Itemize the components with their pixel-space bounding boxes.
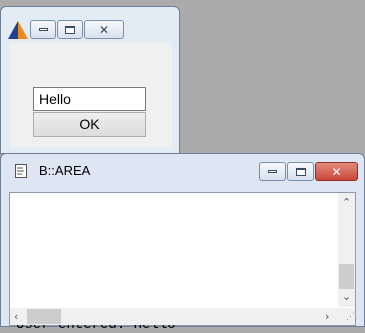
text-input[interactable]: Hello (33, 87, 146, 111)
vertical-scrollbar[interactable]: ⌃ ⌄ (338, 193, 355, 307)
horizontal-scrollbar[interactable]: ‹ › (10, 308, 338, 325)
minimize-icon (38, 28, 48, 31)
close-icon: ✕ (98, 22, 110, 37)
console-output-area[interactable]: User entered: Hello ⌃ ⌄ ‹ › ⋰ (9, 192, 356, 333)
vertical-scroll-thumb[interactable] (339, 264, 354, 289)
document-icon (15, 164, 27, 178)
window-title: B::AREA (39, 163, 91, 178)
maximize-icon (65, 25, 75, 34)
maximize-button[interactable] (57, 20, 83, 39)
close-button[interactable]: ✕ (84, 20, 124, 39)
scroll-down-icon[interactable]: ⌄ (342, 290, 351, 303)
close-icon: ✕ (331, 164, 342, 179)
input-dialog-window: ✕ Hello OK (0, 6, 180, 154)
console-window: B::AREA ✕ User entered: Hello ⌃ ⌄ ‹ › ⋰ (0, 153, 365, 333)
maximize-icon (295, 167, 306, 176)
app-triangle-icon (8, 21, 28, 39)
minimize-icon (268, 170, 277, 173)
scroll-up-icon[interactable]: ⌃ (342, 196, 351, 209)
scroll-left-icon[interactable]: ‹ (14, 310, 18, 323)
maximize-button[interactable] (287, 162, 314, 181)
close-button[interactable]: ✕ (315, 162, 358, 181)
minimize-button[interactable] (259, 162, 286, 181)
horizontal-scroll-thumb[interactable] (27, 309, 61, 324)
ok-button[interactable]: OK (33, 112, 146, 137)
scroll-right-icon[interactable]: › (325, 310, 329, 323)
minimize-button[interactable] (30, 20, 56, 39)
resize-grip-icon[interactable]: ⋰ (338, 308, 355, 325)
